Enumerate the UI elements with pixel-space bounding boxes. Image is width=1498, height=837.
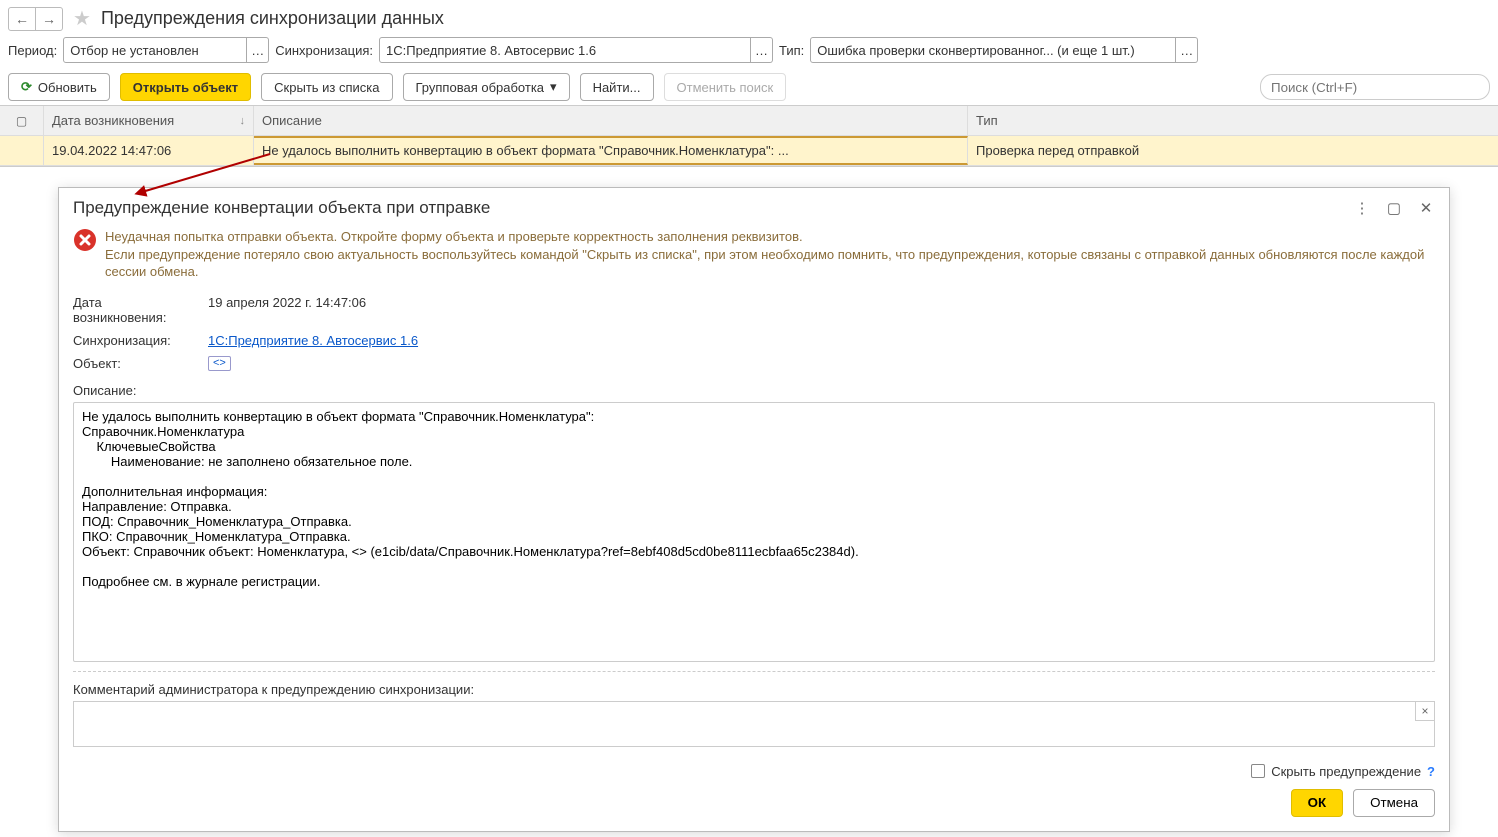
dialog-maximize-button[interactable]: ▢ bbox=[1385, 199, 1403, 217]
page-title: Предупреждения синхронизации данных bbox=[101, 8, 444, 29]
grid-col-icon-header[interactable]: ▢ bbox=[0, 106, 44, 135]
dialog-title: Предупреждение конвертации объекта при о… bbox=[73, 198, 490, 218]
dialog-close-button[interactable]: ✕ bbox=[1417, 199, 1435, 217]
filter-period-field[interactable]: Отбор не установлен … bbox=[63, 37, 269, 63]
error-icon bbox=[73, 228, 97, 252]
warning-dialog: Предупреждение конвертации объекта при о… bbox=[58, 187, 1450, 832]
sort-desc-icon: ↓ bbox=[240, 115, 246, 127]
cancel-search-button: Отменить поиск bbox=[664, 73, 787, 101]
find-button[interactable]: Найти... bbox=[580, 73, 654, 101]
ellipsis-icon[interactable]: … bbox=[1176, 37, 1198, 63]
filter-sync-label: Синхронизация: bbox=[275, 43, 373, 58]
grid-col-desc-header[interactable]: Описание bbox=[254, 106, 968, 135]
hide-warning-checkbox[interactable] bbox=[1251, 764, 1265, 778]
detail-object-label: Объект: bbox=[73, 356, 198, 371]
nav-back-button[interactable]: ← bbox=[8, 7, 36, 31]
description-label: Описание: bbox=[73, 375, 1435, 398]
hide-warning-label: Скрыть предупреждение bbox=[1271, 764, 1421, 779]
warnings-grid: ▢ Дата возникновения ↓ Описание Тип 19.0… bbox=[0, 105, 1498, 167]
open-object-button[interactable]: Открыть объект bbox=[120, 73, 251, 101]
detail-sync-label: Синхронизация: bbox=[73, 333, 198, 348]
detail-date-value: 19 апреля 2022 г. 14:47:06 bbox=[208, 295, 366, 325]
filter-sync-field[interactable]: 1С:Предприятие 8. Автосервис 1.6 … bbox=[379, 37, 773, 63]
comment-icon: ▢ bbox=[16, 114, 27, 128]
favorite-star-icon[interactable]: ★ bbox=[69, 6, 95, 31]
search-input[interactable] bbox=[1260, 74, 1490, 100]
detail-sync-link[interactable]: 1С:Предприятие 8. Автосервис 1.6 bbox=[208, 333, 418, 348]
ellipsis-icon[interactable]: … bbox=[247, 37, 269, 63]
refresh-button[interactable]: ⟳ Обновить bbox=[8, 73, 110, 101]
comment-label: Комментарий администратора к предупрежде… bbox=[73, 678, 1435, 697]
ellipsis-icon[interactable]: … bbox=[751, 37, 773, 63]
nav-forward-button[interactable]: → bbox=[35, 7, 63, 31]
hide-from-list-button[interactable]: Скрыть из списка bbox=[261, 73, 392, 101]
splitter[interactable] bbox=[73, 671, 1435, 672]
filter-type-label: Тип: bbox=[779, 43, 804, 58]
filter-type-field[interactable]: Ошибка проверки сконвертированног... (и … bbox=[810, 37, 1198, 63]
chevron-down-icon: ▾ bbox=[550, 79, 557, 95]
cancel-button[interactable]: Отмена bbox=[1353, 789, 1435, 817]
filter-period-label: Период: bbox=[8, 43, 57, 58]
warning-message: Неудачная попытка отправки объекта. Откр… bbox=[105, 228, 1435, 281]
grid-col-type-header[interactable]: Тип bbox=[968, 106, 1498, 135]
refresh-icon: ⟳ bbox=[21, 79, 32, 95]
help-icon[interactable]: ? bbox=[1427, 764, 1435, 779]
table-row[interactable]: 19.04.2022 14:47:06 Не удалось выполнить… bbox=[0, 136, 1498, 166]
comment-clear-button[interactable]: × bbox=[1415, 701, 1435, 721]
comment-textarea[interactable] bbox=[73, 701, 1435, 747]
grid-col-date-header[interactable]: Дата возникновения ↓ bbox=[44, 106, 254, 135]
description-textarea[interactable] bbox=[73, 402, 1435, 662]
detail-object-link[interactable]: <> bbox=[208, 356, 231, 371]
detail-date-label: Дата возникновения: bbox=[73, 295, 198, 325]
group-process-button[interactable]: Групповая обработка ▾ bbox=[403, 73, 570, 101]
dialog-more-button[interactable]: ⋮ bbox=[1353, 199, 1371, 217]
ok-button[interactable]: ОК bbox=[1291, 789, 1344, 817]
